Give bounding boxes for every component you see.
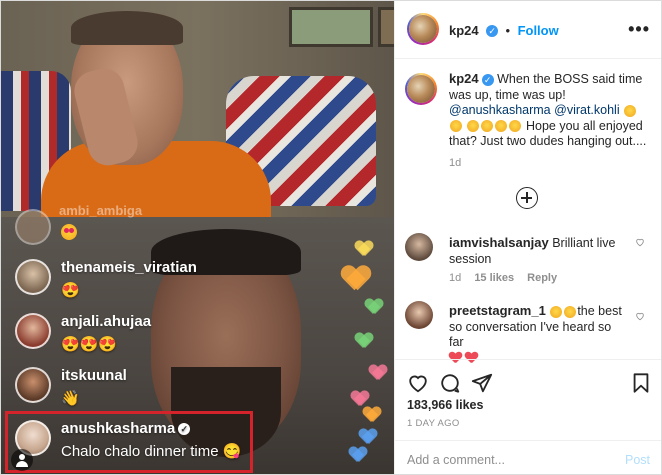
live-comment: itskuunal 👋 [15,367,265,413]
laughing-emoji-icon [509,120,522,133]
live-comment-username: thenameis_viratian [61,259,197,276]
laughing-emoji-icon [550,305,563,318]
comment-age: 1d [449,272,462,284]
post-actions: 183,966 likes 1 DAY AGO Post [395,359,661,474]
heart-icon [355,241,373,257]
avatar [15,259,51,295]
wall-picture [289,7,373,47]
avatar [15,313,51,349]
load-more-comments-icon[interactable] [516,187,538,209]
verified-badge-icon: ✓ [178,423,191,436]
heart-eyes-emoji-icon [61,224,77,241]
separator-dot: • [505,23,511,38]
caption-username[interactable]: kp24 [449,71,479,86]
save-bookmark-icon[interactable] [630,372,652,394]
heart-icon [342,266,371,292]
floating-hearts [341,241,393,474]
heart-icon [349,447,367,463]
wall-picture-2 [378,7,394,47]
live-comment-username: anushkasharma ✓ [61,420,191,437]
comment-username[interactable]: preetstagram_1 [449,303,546,318]
follow-button[interactable]: Follow [518,23,559,38]
post-time: 1 DAY AGO [407,418,460,429]
live-comment-text: 😍 [61,282,80,299]
heart-icon [365,299,383,315]
heart-icon [369,365,387,381]
avatar[interactable] [405,301,433,329]
host-hair [71,11,183,45]
like-heart-icon[interactable] [407,372,429,394]
comment-body: so conversation I've heard so far [449,319,612,350]
faded-comment-text [61,223,79,241]
live-video-player[interactable]: ambi_ambiga thenameis_viratian 😍 anjali.… [1,1,394,474]
username-text: anushkasharma [61,420,176,437]
comment-likes[interactable]: 15 likes [474,272,514,284]
post-comment-button[interactable]: Post [625,453,650,467]
avatar-image [409,15,437,43]
caption-avatar[interactable] [405,73,437,105]
live-comment-username: itskuunal [61,367,127,384]
laughing-emoji-icon [624,104,637,117]
comment-username[interactable]: iamvishalsanjay [449,235,549,250]
comment-body: the best [577,304,622,318]
instagram-post-window: ambi_ambiga thenameis_viratian 😍 anjali.… [0,0,662,475]
like-comment-icon[interactable] [635,311,645,321]
verified-badge-icon: ✓ [481,73,494,86]
faded-comment [15,209,265,259]
laughing-emoji-icon [495,120,508,133]
verified-badge-icon: ✓ [486,24,499,37]
avatar [15,209,51,245]
heart-icon [363,407,381,423]
live-comment-text: 👋 [61,390,80,407]
share-paper-plane-icon[interactable] [471,372,493,394]
header-username[interactable]: kp24 [449,23,479,38]
comment-text: iamvishalsanjay Brilliant live session [449,235,619,267]
heart-icon [351,391,369,407]
mention-link[interactable]: @virat.kohli [554,103,620,117]
laughing-emoji-icon [481,120,494,133]
add-comment-bar: Post [395,440,661,474]
comment-meta: 1d 15 likes Reply [449,272,557,284]
likes-count[interactable]: 183,966 likes [407,398,483,412]
more-options-icon[interactable]: ••• [628,19,650,40]
profile-avatar[interactable] [407,13,439,45]
avatar-image [407,75,435,103]
comment-text: preetstagram_1 the best so conversation … [449,303,629,366]
laughing-emoji-icon [467,120,480,133]
comment-bubble-icon[interactable] [439,372,461,394]
add-comment-input[interactable] [407,450,607,470]
viewer-user-icon[interactable] [11,449,33,471]
laughing-emoji-icon [450,120,462,133]
avatar [15,367,51,403]
live-comment-highlighted: anushkasharma ✓ Chalo chalo dinner time 😋 [15,420,255,466]
live-comment: thenameis_viratian 😍 [15,259,265,305]
mention-link[interactable]: @anushkasharma [449,103,551,117]
live-comment: anjali.ahujaa 😍😍😍 [15,313,265,359]
like-comment-icon[interactable] [635,237,645,247]
heart-icon [355,333,373,349]
caption-text: kp24 ✓ When the BOSS said time was up, ti… [449,71,649,150]
host-person [41,11,271,217]
heart-icon [359,429,377,445]
avatar[interactable] [405,233,433,261]
reply-button[interactable]: Reply [527,272,557,284]
laughing-emoji-icon [564,305,577,318]
video-feed-host [1,1,394,217]
post-side-panel: kp24 ✓ • Follow ••• kp24 ✓ When the BOSS … [394,1,661,474]
live-comment-text: Chalo chalo dinner time 😋 [61,443,242,460]
live-comment-username: anjali.ahujaa [61,313,152,330]
live-comment-text: 😍😍😍 [61,336,118,353]
caption-age: 1d [449,157,462,169]
post-header: kp24 ✓ • Follow ••• [395,1,661,59]
header-user-line: kp24 ✓ • Follow [449,22,559,40]
